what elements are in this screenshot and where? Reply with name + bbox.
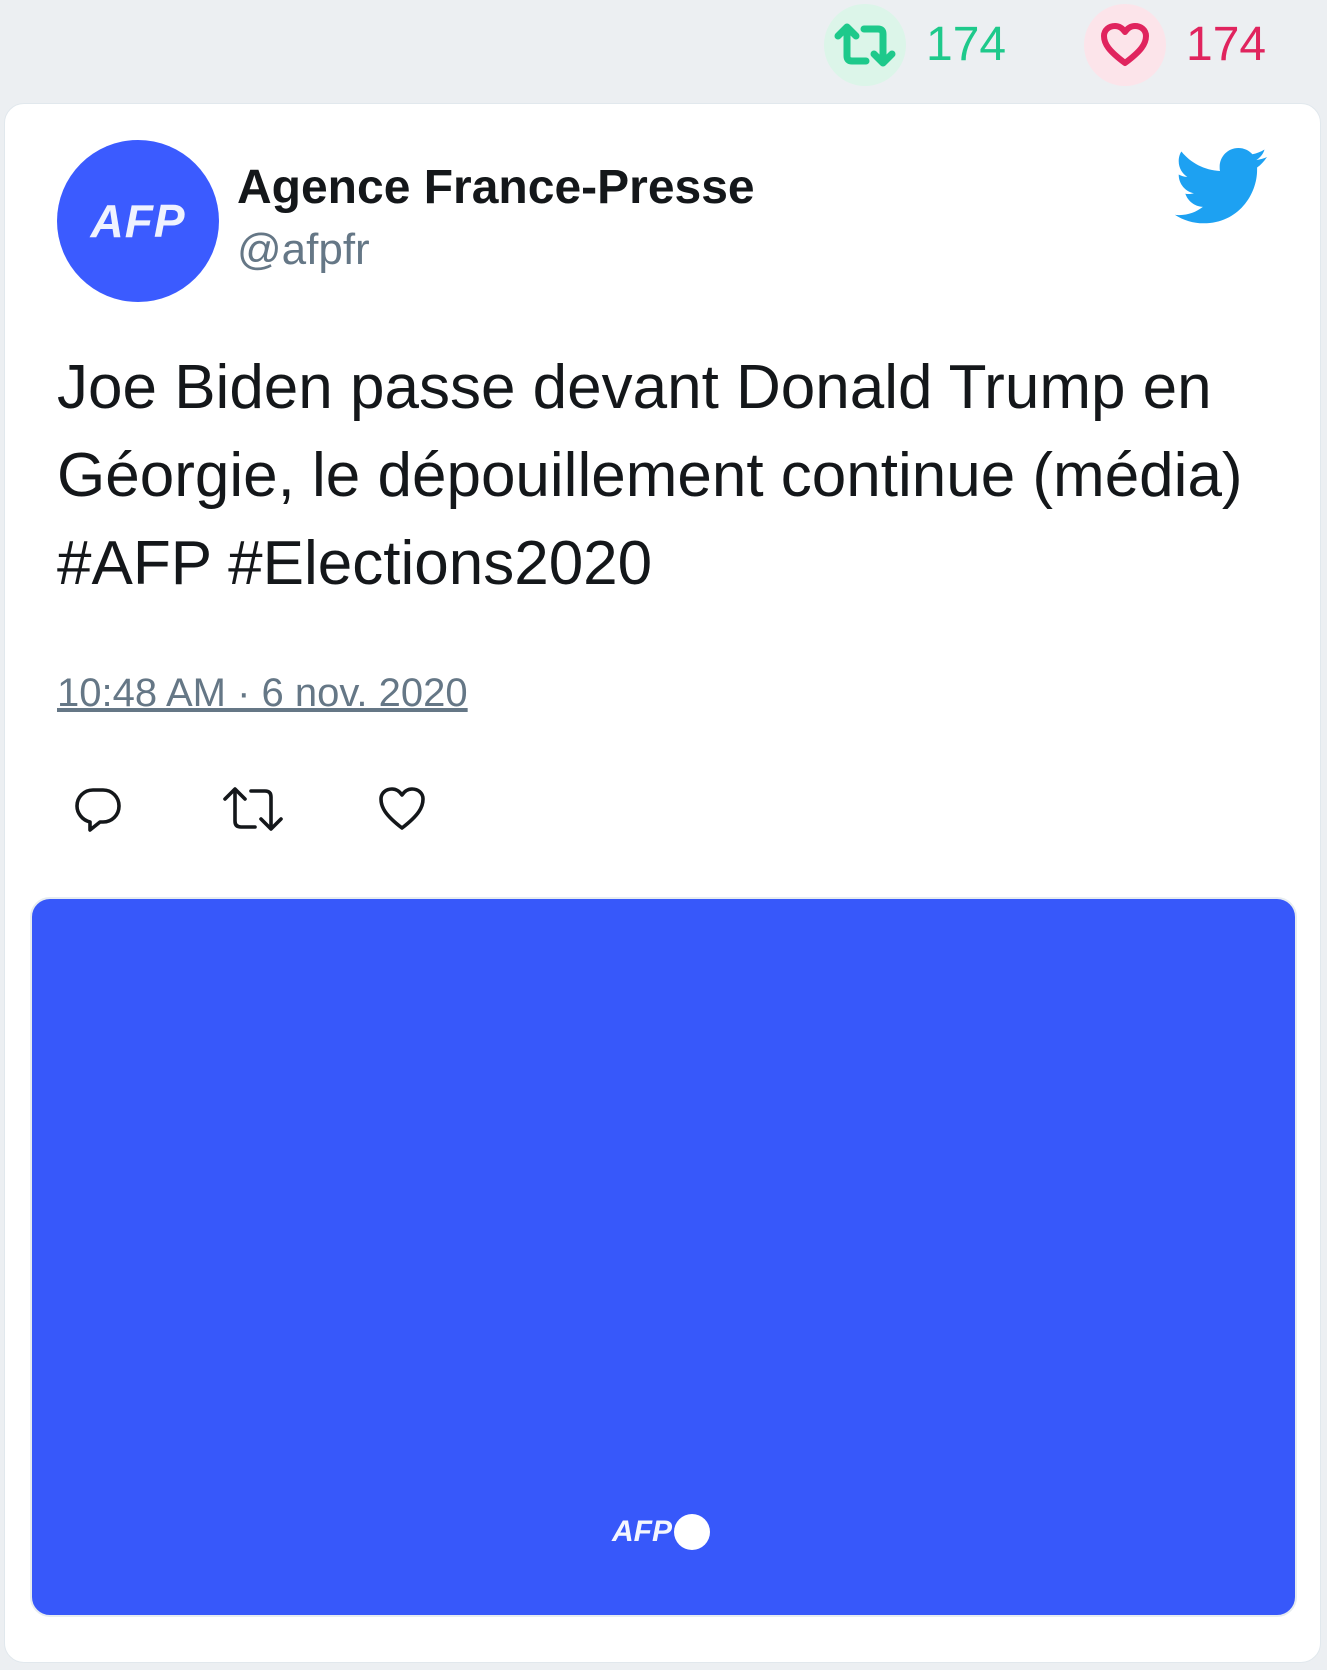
avatar[interactable]: AFP [57,140,219,302]
afp-watermark-dot [674,1514,710,1550]
like-stat[interactable]: 174 [1084,4,1266,86]
like-stat-icon[interactable] [1084,4,1166,86]
like-count: 174 [1186,18,1267,71]
retweet-stat[interactable]: 174 [824,4,1006,86]
retweet-count: 174 [926,18,1007,71]
retweet-stat-icon[interactable] [824,4,906,86]
author-name[interactable]: Agence France-Presse [237,164,755,212]
author-handle[interactable]: @afpfr [237,228,370,272]
afp-watermark-text: AFP [612,1515,672,1548]
tweet-media-image[interactable]: AFP [30,897,1297,1617]
like-icon[interactable] [377,784,427,839]
afp-watermark-logo: AFP [612,1514,710,1550]
reply-icon[interactable] [73,784,123,839]
tweet-text: Joe Biden passe devant Donald Trump en G… [57,353,1243,598]
stats-bar: 174 174 [0,0,1327,100]
retweet-icon[interactable] [221,784,285,839]
tweet-timestamp-link[interactable]: 10:48 AM · 6 nov. 2020 [57,673,468,713]
twitter-bird-icon[interactable] [1174,148,1269,231]
avatar-logo-text: AFP [90,195,186,247]
tweet-card: AFP Agence France-Presse @afpfr Joe Bide… [4,103,1321,1663]
